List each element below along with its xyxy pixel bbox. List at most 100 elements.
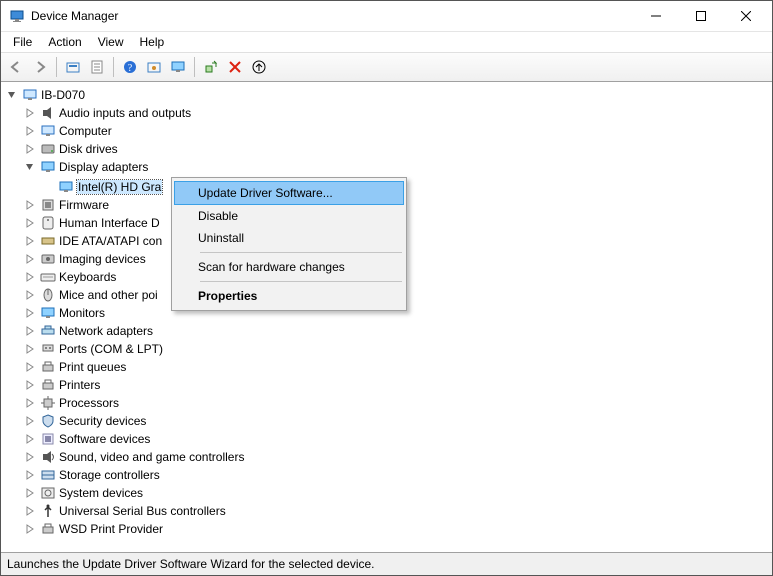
tree-category[interactable]: Processors bbox=[23, 394, 127, 412]
usb-icon bbox=[40, 503, 56, 519]
expand-icon[interactable] bbox=[23, 198, 37, 212]
forward-icon bbox=[33, 60, 47, 74]
expand-icon[interactable] bbox=[23, 432, 37, 446]
menu-file[interactable]: File bbox=[5, 33, 40, 51]
audio-icon bbox=[40, 105, 56, 121]
tree-category[interactable]: Audio inputs and outputs bbox=[23, 104, 199, 122]
tree-category[interactable]: Computer bbox=[23, 122, 120, 140]
context-menu-item[interactable]: Uninstall bbox=[174, 227, 404, 249]
expand-icon[interactable] bbox=[23, 288, 37, 302]
minimize-button[interactable] bbox=[633, 2, 678, 31]
port-icon bbox=[40, 341, 56, 357]
expand-icon[interactable] bbox=[23, 450, 37, 464]
show-hidden-button[interactable] bbox=[143, 56, 165, 78]
expand-icon[interactable] bbox=[23, 234, 37, 248]
expand-icon[interactable] bbox=[23, 414, 37, 428]
tree-category[interactable]: System devices bbox=[23, 484, 151, 502]
tree-category[interactable]: Sound, video and game controllers bbox=[23, 448, 252, 466]
tree-category[interactable]: Keyboards bbox=[23, 268, 124, 286]
update-driver-button[interactable] bbox=[248, 56, 270, 78]
tree-category-label: Disk drives bbox=[59, 142, 118, 156]
expand-icon[interactable] bbox=[23, 270, 37, 284]
expand-icon[interactable] bbox=[23, 252, 37, 266]
update-icon bbox=[252, 60, 266, 74]
collapse-icon[interactable] bbox=[5, 88, 19, 102]
tree-category[interactable]: Universal Serial Bus controllers bbox=[23, 502, 234, 520]
tree-category[interactable]: Imaging devices bbox=[23, 250, 154, 268]
view-monitor-button[interactable] bbox=[167, 56, 189, 78]
expand-icon[interactable] bbox=[23, 504, 37, 518]
menu-action[interactable]: Action bbox=[40, 33, 89, 51]
expand-icon[interactable] bbox=[23, 522, 37, 536]
device-tree[interactable]: IB-D070 Audio inputs and outputs Computer… bbox=[1, 82, 772, 552]
expand-icon[interactable] bbox=[23, 324, 37, 338]
tree-category[interactable]: Disk drives bbox=[23, 140, 126, 158]
expand-icon[interactable] bbox=[23, 342, 37, 356]
sound-icon bbox=[40, 449, 56, 465]
tree-category[interactable]: Print queues bbox=[23, 358, 134, 376]
tree-category[interactable]: Human Interface D bbox=[23, 214, 168, 232]
scan-button[interactable] bbox=[200, 56, 222, 78]
tree-category[interactable]: Network adapters bbox=[23, 322, 161, 340]
tree-category-label: System devices bbox=[59, 486, 143, 500]
tree-category[interactable]: Software devices bbox=[23, 430, 158, 448]
close-button[interactable] bbox=[723, 2, 768, 31]
context-menu-item[interactable]: Disable bbox=[174, 205, 404, 227]
expand-icon[interactable] bbox=[23, 306, 37, 320]
tree-category-label: Storage controllers bbox=[59, 468, 160, 482]
menu-view[interactable]: View bbox=[90, 33, 132, 51]
properties-button[interactable] bbox=[86, 56, 108, 78]
tree-category-label: Processors bbox=[59, 396, 119, 410]
expand-icon[interactable] bbox=[23, 142, 37, 156]
forward-button[interactable] bbox=[29, 56, 51, 78]
display-icon bbox=[58, 179, 74, 195]
expand-icon[interactable] bbox=[23, 106, 37, 120]
tree-category[interactable]: Display adapters bbox=[23, 158, 156, 176]
expand-icon[interactable] bbox=[23, 378, 37, 392]
tree-category[interactable]: Monitors bbox=[23, 304, 113, 322]
toolbar-separator bbox=[113, 57, 114, 77]
back-button[interactable] bbox=[5, 56, 27, 78]
tree-category[interactable]: Security devices bbox=[23, 412, 154, 430]
expand-icon[interactable] bbox=[23, 360, 37, 374]
tree-category[interactable]: IDE ATA/ATAPI con bbox=[23, 232, 170, 250]
printer-icon bbox=[40, 377, 56, 393]
tree-category-label: Computer bbox=[59, 124, 112, 138]
uninstall-button[interactable] bbox=[224, 56, 246, 78]
firmware-icon bbox=[40, 197, 56, 213]
tree-category[interactable]: Printers bbox=[23, 376, 108, 394]
tree-category-label: Monitors bbox=[59, 306, 105, 320]
tree-category-label: Human Interface D bbox=[59, 216, 160, 230]
toolbar-separator bbox=[194, 57, 195, 77]
tree-category-label: Print queues bbox=[59, 360, 126, 374]
monitor-icon bbox=[171, 60, 185, 74]
tree-device[interactable]: Intel(R) HD Gra bbox=[41, 178, 170, 196]
maximize-button[interactable] bbox=[678, 2, 723, 31]
context-menu-item[interactable]: Scan for hardware changes bbox=[174, 256, 404, 278]
tree-category[interactable]: Mice and other poi bbox=[23, 286, 166, 304]
context-menu-item[interactable]: Properties bbox=[174, 285, 404, 307]
toolbar-separator bbox=[56, 57, 57, 77]
show-all-button[interactable] bbox=[62, 56, 84, 78]
help-button[interactable]: ? bbox=[119, 56, 141, 78]
tree-category[interactable]: Storage controllers bbox=[23, 466, 168, 484]
menu-help[interactable]: Help bbox=[132, 33, 173, 51]
collapse-icon[interactable] bbox=[23, 160, 37, 174]
expand-icon[interactable] bbox=[23, 124, 37, 138]
expand-icon[interactable] bbox=[23, 486, 37, 500]
tree-category[interactable]: Ports (COM & LPT) bbox=[23, 340, 171, 358]
tree-category-label: Display adapters bbox=[59, 160, 148, 174]
expand-icon[interactable] bbox=[23, 396, 37, 410]
tree-category-label: Keyboards bbox=[59, 270, 116, 284]
computer-icon bbox=[40, 123, 56, 139]
tree-category[interactable]: Firmware bbox=[23, 196, 117, 214]
context-menu-item[interactable]: Update Driver Software... bbox=[174, 181, 404, 205]
monitor-icon bbox=[40, 305, 56, 321]
expand-icon[interactable] bbox=[23, 468, 37, 482]
title-bar: Device Manager bbox=[1, 1, 772, 32]
tree-category[interactable]: WSD Print Provider bbox=[23, 520, 171, 538]
expand-icon[interactable] bbox=[23, 216, 37, 230]
printer-icon bbox=[40, 521, 56, 537]
app-icon bbox=[9, 8, 25, 24]
tree-root[interactable]: IB-D070 bbox=[5, 86, 93, 104]
